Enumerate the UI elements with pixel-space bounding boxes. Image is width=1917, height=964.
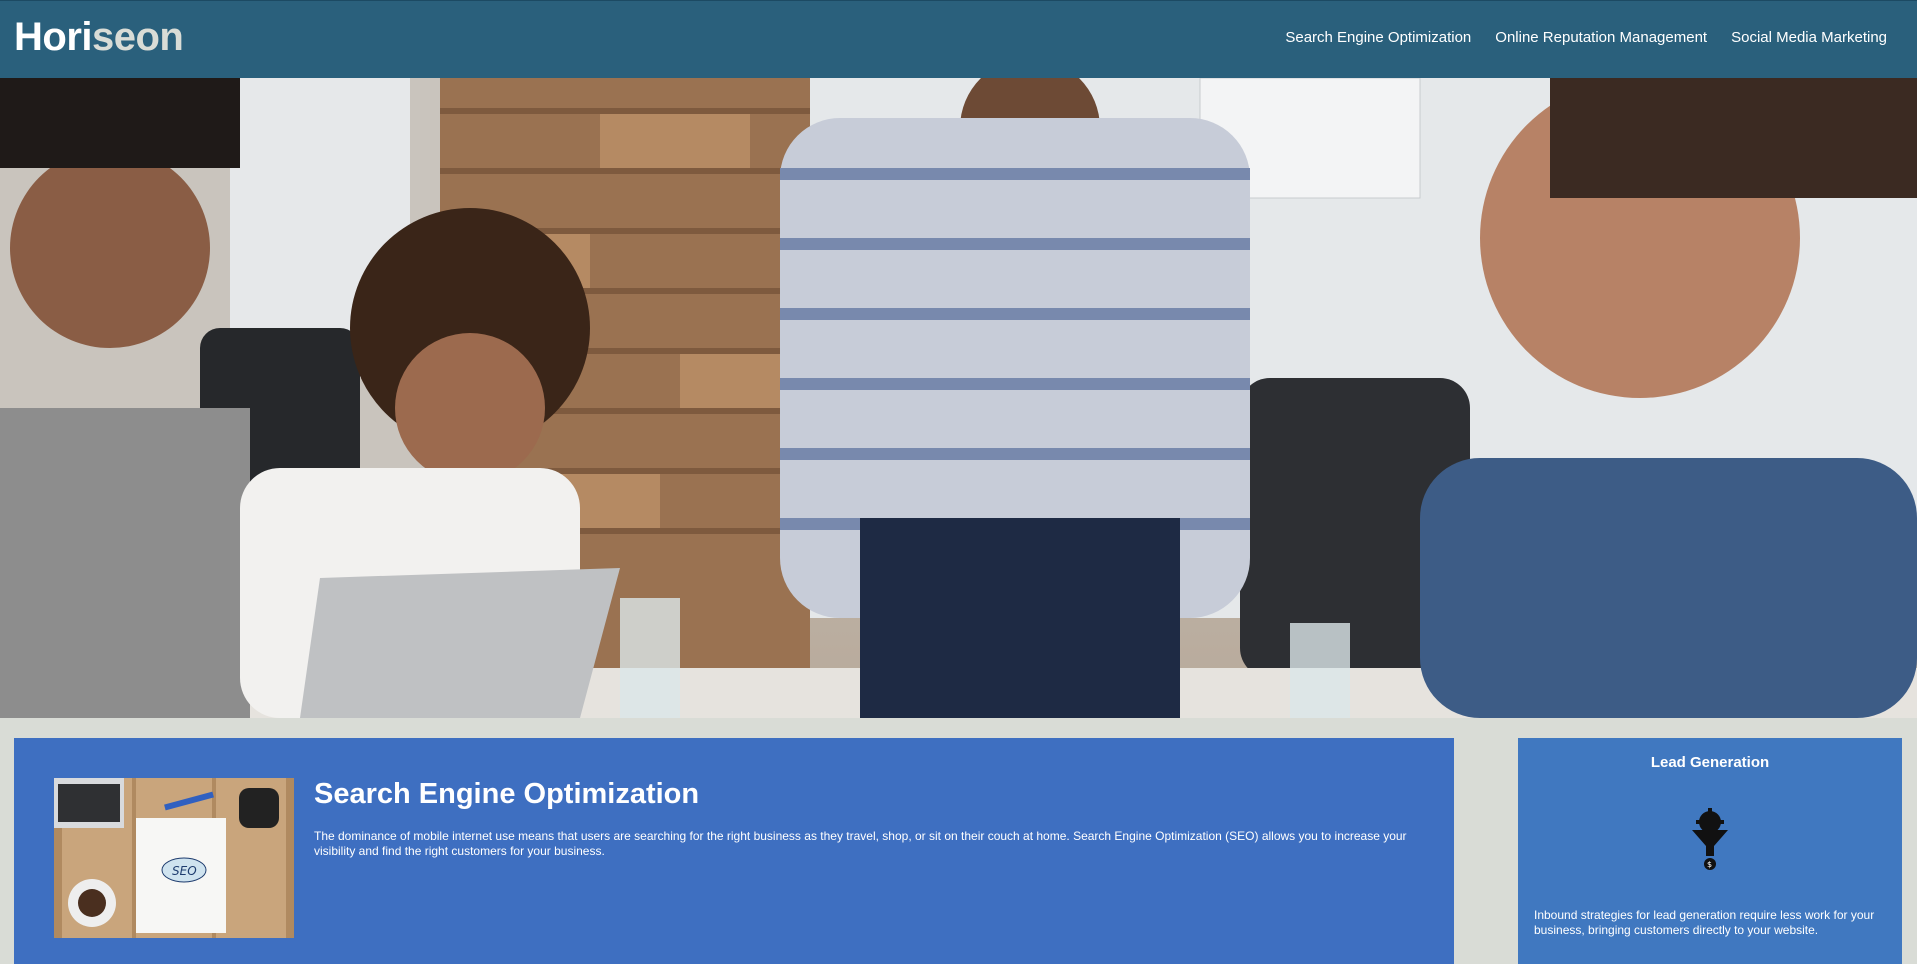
nav-link-social[interactable]: Social Media Marketing xyxy=(1731,29,1887,46)
hero-image xyxy=(0,78,1917,718)
svg-text:SEO: SEO xyxy=(172,864,197,878)
nav-link-reputation[interactable]: Online Reputation Management xyxy=(1495,29,1707,46)
seo-article: SEO Search Engine Optimization The domin… xyxy=(14,738,1454,964)
site-header: Horiseon Search Engine Optimization Onli… xyxy=(0,0,1917,78)
main-nav: Search Engine Optimization Online Reputa… xyxy=(1285,29,1887,46)
lead-generation-card: Lead Generation $ Inbound strategies for… xyxy=(1518,738,1902,964)
team-meeting-photo-icon xyxy=(0,78,1917,718)
aside-title: Lead Generation xyxy=(1650,754,1770,771)
seo-thumbnail: SEO xyxy=(54,778,294,938)
article-title: Search Engine Optimization xyxy=(314,778,700,810)
site-logo[interactable]: Horiseon xyxy=(14,15,184,60)
svg-text:$: $ xyxy=(1707,860,1712,869)
article-text: The dominance of mobile internet use mea… xyxy=(314,829,1407,858)
aside-text: Inbound strategies for lead generation r… xyxy=(1534,908,1875,937)
lead-funnel-icon: $ xyxy=(1690,808,1730,872)
logo-main-text: Hori xyxy=(14,15,93,59)
logo-accent-text: seon xyxy=(92,15,184,59)
seo-notebook-photo-icon: SEO xyxy=(54,778,294,938)
nav-link-seo[interactable]: Search Engine Optimization xyxy=(1285,29,1471,46)
